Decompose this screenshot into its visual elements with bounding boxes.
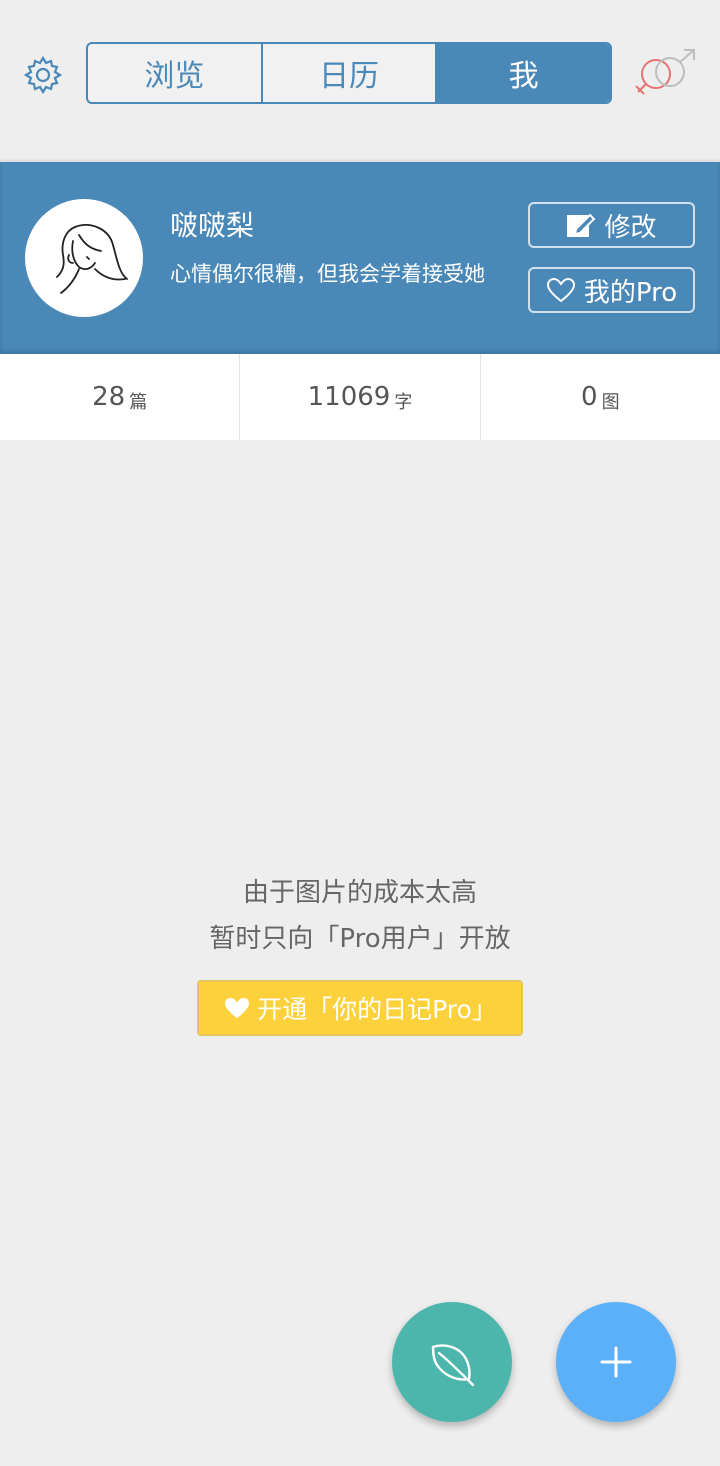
plus-icon (600, 1346, 632, 1378)
my-pro-label: 我的Pro (583, 277, 678, 308)
stats-bar: 28 篇 11069 字 0 图 (0, 354, 720, 440)
stat-value: 0 (581, 382, 598, 412)
stat-value: 28 (92, 382, 126, 412)
pro-notice: 由于图片的成本太高 暂时只向「Pro用户」开放 (0, 870, 720, 962)
notice-line-1: 由于图片的成本太高 (242, 878, 477, 908)
profile-card: 啵啵梨 心情偶尔很糟，但我会学着接受她 修改 我的Pro (0, 162, 720, 354)
tab-me[interactable]: 我 (437, 44, 610, 102)
heart-icon (225, 997, 250, 1019)
tab-browse[interactable]: 浏览 (88, 44, 263, 102)
edit-icon (567, 213, 596, 237)
stat-articles[interactable]: 28 篇 (0, 354, 241, 440)
username: 啵啵梨 (170, 209, 255, 242)
stat-value: 11069 (307, 382, 391, 412)
tab-calendar[interactable]: 日历 (263, 44, 438, 102)
notice-line-2: 暂时只向「Pro用户」开放 (209, 924, 511, 954)
gear-icon[interactable] (22, 54, 64, 96)
edit-profile-label: 修改 (604, 212, 657, 243)
avatar[interactable] (25, 199, 143, 317)
open-pro-label: 开通「你的日记Pro」 (257, 995, 497, 1024)
stat-unit: 篇 (129, 392, 148, 413)
leaf-fab-button[interactable] (392, 1302, 512, 1422)
add-fab-button[interactable] (556, 1302, 676, 1422)
gender-symbol-icon[interactable] (632, 48, 700, 98)
stat-unit: 图 (601, 392, 620, 413)
leaf-icon (431, 1344, 475, 1387)
heart-outline-icon (546, 277, 575, 303)
my-pro-button[interactable]: 我的Pro (528, 267, 695, 313)
stat-images[interactable]: 0 图 (481, 354, 720, 440)
stat-unit: 字 (394, 392, 413, 413)
bio-text: 心情偶尔很糟，但我会学着接受她 (170, 262, 485, 286)
main-tabs: 浏览 日历 我 (86, 42, 612, 104)
edit-profile-button[interactable]: 修改 (528, 202, 695, 248)
open-pro-button[interactable]: 开通「你的日记Pro」 (197, 980, 523, 1036)
stat-words[interactable]: 11069 字 (240, 354, 481, 440)
top-bar: 浏览 日历 我 (0, 0, 720, 162)
